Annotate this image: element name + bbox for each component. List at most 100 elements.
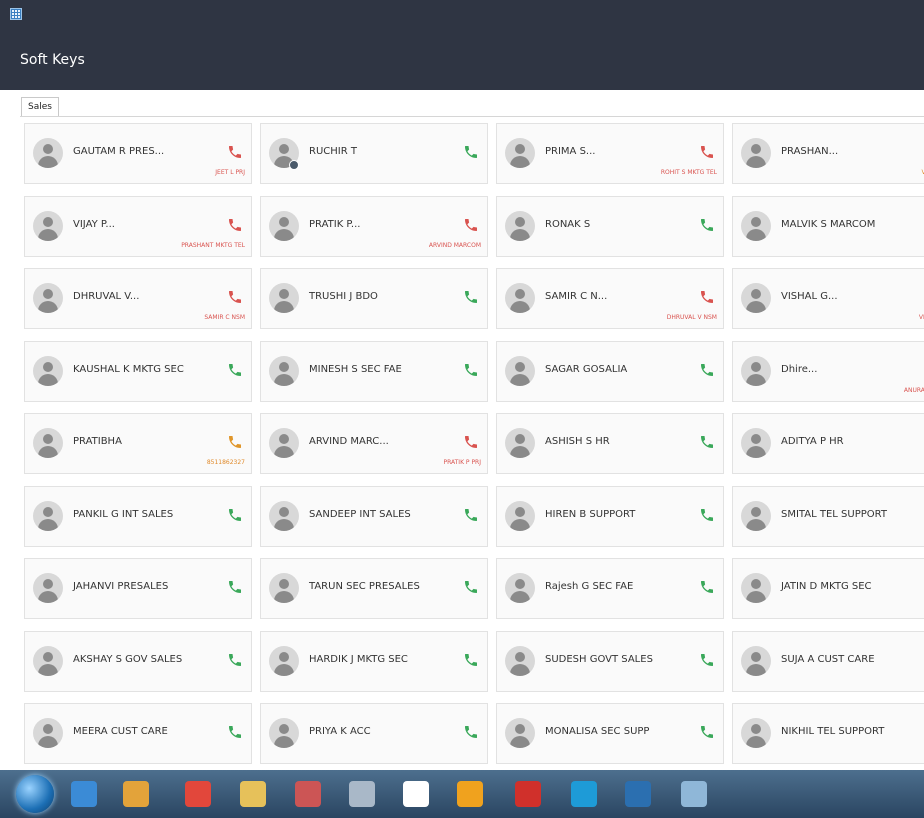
contact-card[interactable]: PRATIBHA 8511862327	[24, 413, 252, 474]
avatar	[33, 283, 63, 313]
contact-card[interactable]: HARDIK J MKTG SEC	[260, 631, 488, 692]
contact-card[interactable]: PRATIK P... ARVIND MARCOM	[260, 196, 488, 257]
phone-icon[interactable]	[699, 289, 715, 305]
avatar	[741, 573, 771, 603]
phone-icon[interactable]	[227, 144, 243, 160]
phone-icon[interactable]	[463, 724, 479, 740]
app-bolt-icon[interactable]	[398, 776, 434, 812]
ie-icon[interactable]	[66, 776, 102, 812]
phone-icon[interactable]	[463, 652, 479, 668]
contact-card[interactable]: KAUSHAL K MKTG SEC	[24, 341, 252, 402]
phone-icon[interactable]	[227, 507, 243, 523]
contact-card[interactable]: SAGAR GOSALIA	[496, 341, 724, 402]
contact-card[interactable]: PRIYA K ACC	[260, 703, 488, 764]
contact-card[interactable]: Dhire... ANURADHA J MA	[732, 341, 924, 402]
avatar	[33, 138, 63, 168]
phone-icon[interactable]	[463, 507, 479, 523]
softkeys-icon[interactable]	[620, 776, 656, 812]
phone-icon[interactable]	[699, 362, 715, 378]
contact-card[interactable]: AKSHAY S GOV SALES	[24, 631, 252, 692]
contact-card[interactable]: ADITYA P HR	[732, 413, 924, 474]
phone-icon[interactable]	[227, 579, 243, 595]
contact-name: PRATIK P...	[309, 219, 361, 230]
skype-icon[interactable]	[566, 776, 602, 812]
contact-card[interactable]: TRUSHI J BDO	[260, 268, 488, 329]
phone-icon[interactable]	[463, 362, 479, 378]
phone-icon[interactable]	[463, 434, 479, 450]
contact-name: RUCHIR T	[309, 146, 357, 157]
contact-name: GAUTAM R PRES...	[73, 146, 165, 157]
contact-card[interactable]: NIKHIL TEL SUPPORT	[732, 703, 924, 764]
avatar	[741, 138, 771, 168]
contact-card[interactable]: TARUN SEC PRESALES	[260, 558, 488, 619]
phone-icon[interactable]	[463, 289, 479, 305]
phone-icon[interactable]	[699, 144, 715, 160]
contact-card[interactable]: VISHAL G... VIHAR S PR	[732, 268, 924, 329]
phone-icon[interactable]	[227, 289, 243, 305]
chrome-icon[interactable]	[180, 776, 216, 812]
avatar	[505, 646, 535, 676]
snipping-tool-icon[interactable]	[290, 776, 326, 812]
contact-card[interactable]: RUCHIR T	[260, 123, 488, 184]
phone-icon[interactable]	[699, 434, 715, 450]
phone-icon[interactable]	[699, 217, 715, 233]
phone-icon[interactable]	[699, 579, 715, 595]
contact-card[interactable]: HIREN B SUPPORT	[496, 486, 724, 547]
contact-call-info: JEET L PRJ	[215, 169, 245, 176]
phone-icon[interactable]	[227, 652, 243, 668]
avatar	[33, 501, 63, 531]
contact-card[interactable]: PRASHAN...VIJAY P MA	[732, 123, 924, 184]
contact-card[interactable]: PANKIL G INT SALES	[24, 486, 252, 547]
phone-icon[interactable]	[227, 217, 243, 233]
title-bar	[0, 0, 924, 28]
contact-card[interactable]: GAUTAM R PRES... JEET L PRJ	[24, 123, 252, 184]
phone-icon[interactable]	[699, 507, 715, 523]
avatar	[741, 646, 771, 676]
avatar	[33, 356, 63, 386]
contact-card[interactable]: RONAK S	[496, 196, 724, 257]
calculator-icon[interactable]	[344, 776, 380, 812]
contact-card[interactable]: JAHANVI PRESALES	[24, 558, 252, 619]
contact-name: PANKIL G INT SALES	[73, 509, 174, 520]
contact-name: SAMIR C N...	[545, 291, 608, 302]
phone-icon[interactable]	[699, 724, 715, 740]
phone-icon[interactable]	[463, 579, 479, 595]
tab-sales[interactable]: Sales	[21, 97, 59, 116]
paint-icon[interactable]	[676, 776, 712, 812]
contact-card[interactable]: MONALISA SEC SUPP	[496, 703, 724, 764]
contact-card[interactable]: DHRUVAL V... SAMIR C NSM	[24, 268, 252, 329]
contact-card[interactable]: Rajesh G SEC FAE	[496, 558, 724, 619]
contact-name: JAHANVI PRESALES	[73, 581, 169, 592]
phone-icon[interactable]	[227, 724, 243, 740]
avatar	[33, 428, 63, 458]
file-explorer-icon[interactable]	[235, 776, 271, 812]
contact-card[interactable]: SUJA A CUST CARE	[732, 631, 924, 692]
contact-name: VIJAY P...	[73, 219, 115, 230]
media-player-icon[interactable]	[118, 776, 154, 812]
contact-card[interactable]: MALVIK S MARCOM	[732, 196, 924, 257]
contact-card[interactable]: MEERA CUST CARE	[24, 703, 252, 764]
contact-card[interactable]: VIJAY P... PRASHANT MKTG TEL	[24, 196, 252, 257]
contact-card[interactable]: SAMIR C N... DHRUVAL V NSM	[496, 268, 724, 329]
phone-icon[interactable]	[227, 434, 243, 450]
contact-card[interactable]: JATIN D MKTG SEC	[732, 558, 924, 619]
phone-icon[interactable]	[227, 362, 243, 378]
contact-call-info: ANURADHA J MA	[903, 387, 924, 394]
contact-card[interactable]: SMITAL TEL SUPPORT	[732, 486, 924, 547]
avatar	[505, 501, 535, 531]
contact-card[interactable]: SUDESH GOVT SALES	[496, 631, 724, 692]
avatar	[33, 211, 63, 241]
contact-card[interactable]: SANDEEP INT SALES	[260, 486, 488, 547]
contact-card[interactable]: MINESH S SEC FAE	[260, 341, 488, 402]
avatar	[269, 573, 299, 603]
phone-icon[interactable]	[463, 217, 479, 233]
start-button[interactable]	[16, 775, 54, 813]
contact-card[interactable]: ASHISH S HR	[496, 413, 724, 474]
outlook-icon[interactable]	[452, 776, 488, 812]
acrobat-icon[interactable]	[510, 776, 546, 812]
phone-icon[interactable]	[699, 652, 715, 668]
contact-card[interactable]: ARVIND MARC... PRATIK P PRJ	[260, 413, 488, 474]
phone-icon[interactable]	[463, 144, 479, 160]
avatar	[505, 138, 535, 168]
contact-card[interactable]: PRIMA S... ROHIT S MKTG TEL	[496, 123, 724, 184]
